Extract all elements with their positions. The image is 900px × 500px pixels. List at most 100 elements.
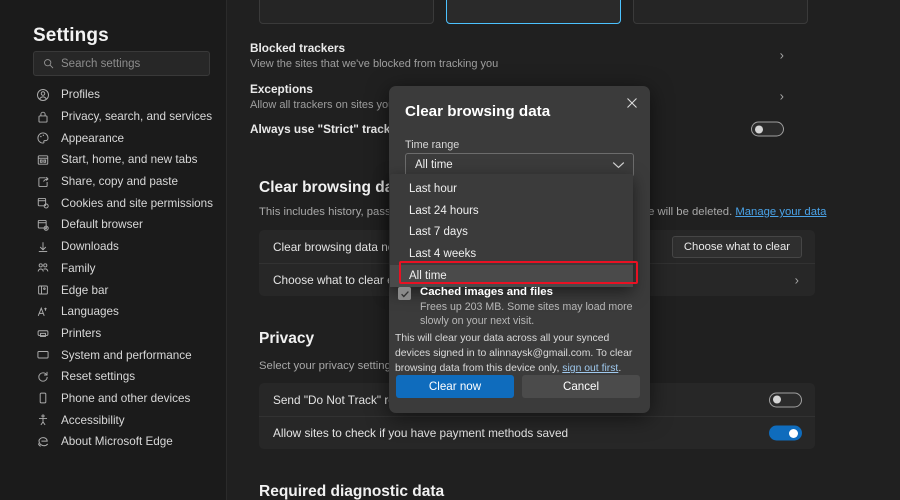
language-a-icon [36, 305, 50, 319]
sidebar-item-label: Accessibility [61, 414, 125, 427]
edge-bar-icon [36, 283, 50, 297]
chevron-right-icon: › [795, 273, 799, 288]
sidebar: Settings Search settings Profiles Privac… [0, 0, 227, 500]
sidebar-item-privacy-search-services[interactable]: Privacy, search, and services [33, 106, 223, 128]
chevron-right-icon: › [780, 48, 784, 63]
section-heading-privacy: Privacy [259, 330, 314, 348]
time-range-dropdown[interactable]: Last hour Last 24 hours Last 7 days Last… [390, 174, 633, 287]
cached-images-checkbox[interactable] [398, 287, 411, 300]
sidebar-item-system-performance[interactable]: System and performance [33, 344, 223, 366]
tracking-card-strict[interactable]: • Blocks known harmful trackers [633, 0, 808, 24]
sidebar-item-label: Privacy, search, and services [61, 110, 212, 123]
profile-icon [36, 88, 50, 102]
close-button[interactable] [622, 93, 642, 113]
sidebar-item-label: Edge bar [61, 284, 108, 297]
lock-icon [36, 110, 50, 124]
choose-what-to-clear-button[interactable]: Choose what to clear [672, 236, 802, 258]
payment-methods-toggle[interactable] [769, 426, 802, 441]
strict-tracking-toggle[interactable] [751, 122, 784, 137]
sign-out-first-link[interactable]: sign out first [562, 363, 618, 374]
page-title: Settings [33, 25, 109, 47]
row-blocked-trackers[interactable]: Blocked trackers View the sites that we'… [250, 38, 784, 72]
palette-icon [36, 131, 50, 145]
tracking-card-balanced[interactable]: • Blocks known harmful trackers [446, 0, 621, 24]
sidebar-item-label: Cookies and site permissions [61, 197, 213, 210]
note-text-part2: . [618, 363, 621, 374]
row-subtitle: View the sites that we've blocked from t… [250, 58, 784, 70]
toggle-knob [755, 125, 763, 133]
sidebar-item-label: Languages [61, 305, 119, 318]
time-range-label: Time range [405, 139, 459, 151]
sidebar-item-accessibility[interactable]: Accessibility [33, 409, 223, 431]
clear-now-button[interactable]: Clear now [396, 375, 514, 398]
sidebar-item-cookies-site-permissions[interactable]: Cookies and site permissions [33, 192, 223, 214]
sidebar-item-label: Downloads [61, 240, 119, 253]
checkmark-icon [400, 289, 410, 299]
sidebar-item-share-copy-paste[interactable]: Share, copy and paste [33, 171, 223, 193]
cached-images-label: Cached images and files [420, 286, 643, 298]
close-icon [626, 97, 638, 109]
download-arrow-icon [36, 240, 50, 254]
row-title: Blocked trackers [250, 41, 784, 55]
row-label: Allow sites to check if you have payment… [273, 426, 568, 440]
search-placeholder: Search settings [61, 58, 140, 70]
dropdown-option-all-time[interactable]: All time [390, 265, 633, 287]
cached-images-sublabel: Frees up 203 MB. Some sites may load mor… [420, 300, 640, 329]
printer-icon [36, 326, 50, 340]
sidebar-item-about-microsoft-edge[interactable]: About Microsoft Edge [33, 431, 223, 453]
dropdown-option-last-7-days[interactable]: Last 7 days [390, 222, 633, 244]
sidebar-item-profiles[interactable]: Profiles [33, 84, 223, 106]
sidebar-item-label: Family [61, 262, 95, 275]
sidebar-item-default-browser[interactable]: Default browser [33, 214, 223, 236]
dropdown-option-last-4-weeks[interactable]: Last 4 weeks [390, 243, 633, 265]
home-window-icon [36, 153, 50, 167]
search-input[interactable]: Search settings [33, 51, 210, 76]
sidebar-item-reset-settings[interactable]: Reset settings [33, 366, 223, 388]
tracking-prevention-cards: • Blocks known harmful trackers • Blocks… [259, 0, 808, 24]
sidebar-item-label: Appearance [61, 132, 124, 145]
toggle-knob [773, 396, 781, 404]
dialog-actions: Clear now Cancel [396, 375, 640, 398]
sidebar-item-label: Default browser [61, 218, 143, 231]
share-icon [36, 175, 50, 189]
sidebar-item-printers[interactable]: Printers [33, 323, 223, 345]
sidebar-item-family[interactable]: Family [33, 258, 223, 280]
dialog-title: Clear browsing data [405, 103, 550, 120]
sidebar-item-appearance[interactable]: Appearance [33, 127, 223, 149]
row-payment-methods[interactable]: Allow sites to check if you have payment… [259, 416, 815, 449]
sidebar-item-phone-other-devices[interactable]: Phone and other devices [33, 388, 223, 410]
settings-page: Settings Search settings Profiles Privac… [0, 0, 900, 500]
sidebar-item-edge-bar[interactable]: Edge bar [33, 279, 223, 301]
sidebar-item-start-home-new-tabs[interactable]: Start, home, and new tabs [33, 149, 223, 171]
accessibility-person-icon [36, 413, 50, 427]
family-people-icon [36, 261, 50, 275]
monitor-icon [36, 348, 50, 362]
toggle-knob [789, 429, 798, 438]
do-not-track-toggle[interactable] [769, 392, 802, 407]
browser-check-icon [36, 218, 50, 232]
sidebar-item-label: Reset settings [61, 370, 135, 383]
cached-images-checkbox-row[interactable]: Cached images and files Frees up 203 MB.… [398, 286, 643, 329]
reset-circular-arrow-icon [36, 370, 50, 384]
edge-logo-icon [36, 435, 50, 449]
sidebar-item-downloads[interactable]: Downloads [33, 236, 223, 258]
tracking-card-basic[interactable]: • Blocks known harmful trackers [259, 0, 434, 24]
cancel-button[interactable]: Cancel [522, 375, 640, 398]
sidebar-nav: Profiles Privacy, search, and services A… [33, 84, 223, 453]
section-heading-clear-browsing-data: Clear browsing data [259, 179, 407, 197]
sidebar-item-label: Start, home, and new tabs [61, 153, 197, 166]
dropdown-option-last-hour[interactable]: Last hour [390, 178, 633, 200]
search-icon [43, 58, 54, 69]
sidebar-item-label: System and performance [61, 349, 192, 362]
dialog-sync-note: This will clear your data across all you… [395, 331, 633, 376]
manage-your-data-link[interactable]: Manage your data [735, 206, 826, 218]
cookie-gear-icon [36, 196, 50, 210]
sidebar-item-label: Profiles [61, 88, 100, 101]
sidebar-item-languages[interactable]: Languages [33, 301, 223, 323]
row-label: Clear browsing data now [273, 240, 403, 254]
sidebar-item-label: About Microsoft Edge [61, 435, 173, 448]
sidebar-item-label: Share, copy and paste [61, 175, 178, 188]
chevron-right-icon: › [780, 89, 784, 104]
dropdown-option-last-24-hours[interactable]: Last 24 hours [390, 200, 633, 222]
sidebar-item-label: Printers [61, 327, 101, 340]
